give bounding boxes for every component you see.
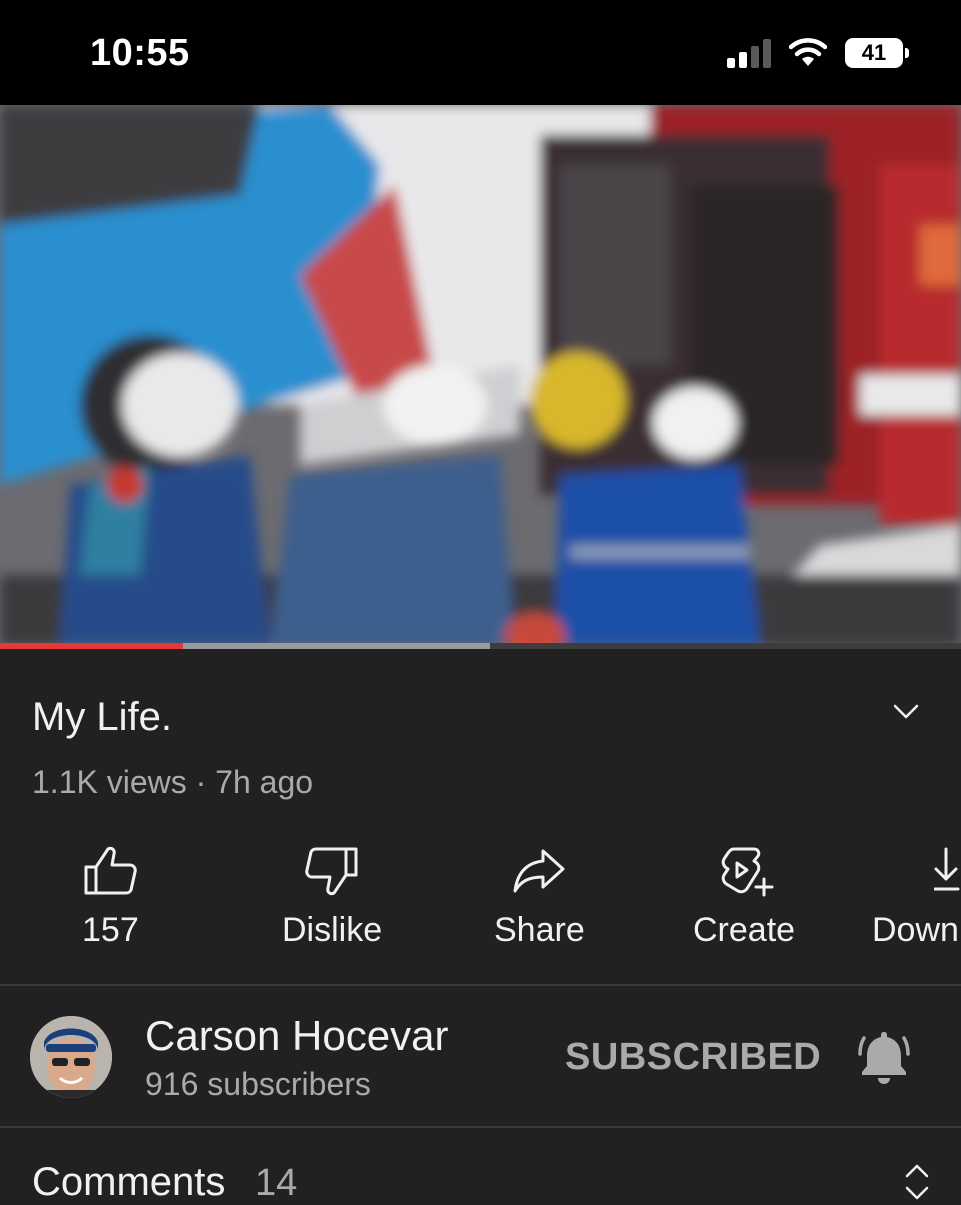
progress-played	[0, 643, 183, 649]
video-player[interactable]	[0, 105, 961, 646]
share-icon	[513, 849, 565, 893]
share-button[interactable]: Share	[494, 845, 585, 950]
expand-collapse-icon[interactable]	[903, 1162, 931, 1202]
subscriber-count: 916 subscribers	[145, 1066, 371, 1102]
divider	[0, 1126, 961, 1128]
channel-name[interactable]: Carson Hocevar	[145, 1012, 448, 1060]
download-icon	[934, 847, 960, 891]
dislike-label: Dislike	[282, 911, 383, 949]
share-label: Share	[494, 911, 585, 949]
comments-count: 14	[255, 1162, 298, 1204]
bell-icon[interactable]	[858, 1028, 910, 1086]
dislike-button[interactable]: Dislike	[282, 845, 382, 950]
like-button[interactable]: 157	[82, 845, 139, 950]
channel-avatar-photo	[30, 1016, 112, 1098]
divider	[0, 984, 961, 986]
download-label: Down	[872, 911, 959, 949]
thumbs-up-icon	[84, 846, 138, 895]
battery-level: 41	[861, 40, 887, 65]
avatar[interactable]	[30, 1016, 112, 1098]
video-meta: 1.1K views · 7h ago	[32, 764, 314, 800]
video-frame	[0, 105, 961, 646]
subscribe-button[interactable]: SUBSCRIBED	[565, 1036, 821, 1079]
status-bar: 10:55 41	[0, 0, 961, 105]
battery-icon: 41	[845, 38, 909, 68]
status-icons: 41	[727, 38, 909, 68]
status-time: 10:55	[90, 32, 190, 74]
chevron-down-icon[interactable]	[890, 700, 922, 724]
create-label: Create	[693, 911, 796, 949]
wifi-icon	[789, 38, 827, 66]
create-icon	[721, 847, 774, 897]
download-button[interactable]: Down	[872, 845, 961, 950]
progress-bar[interactable]	[0, 643, 961, 649]
signal-icon	[727, 38, 771, 68]
thumbs-down-icon	[305, 847, 358, 896]
create-button[interactable]: Create	[693, 845, 795, 950]
video-title[interactable]: My Life.	[32, 695, 172, 740]
comments-label[interactable]: Comments	[32, 1160, 225, 1205]
like-count: 157	[82, 911, 139, 949]
